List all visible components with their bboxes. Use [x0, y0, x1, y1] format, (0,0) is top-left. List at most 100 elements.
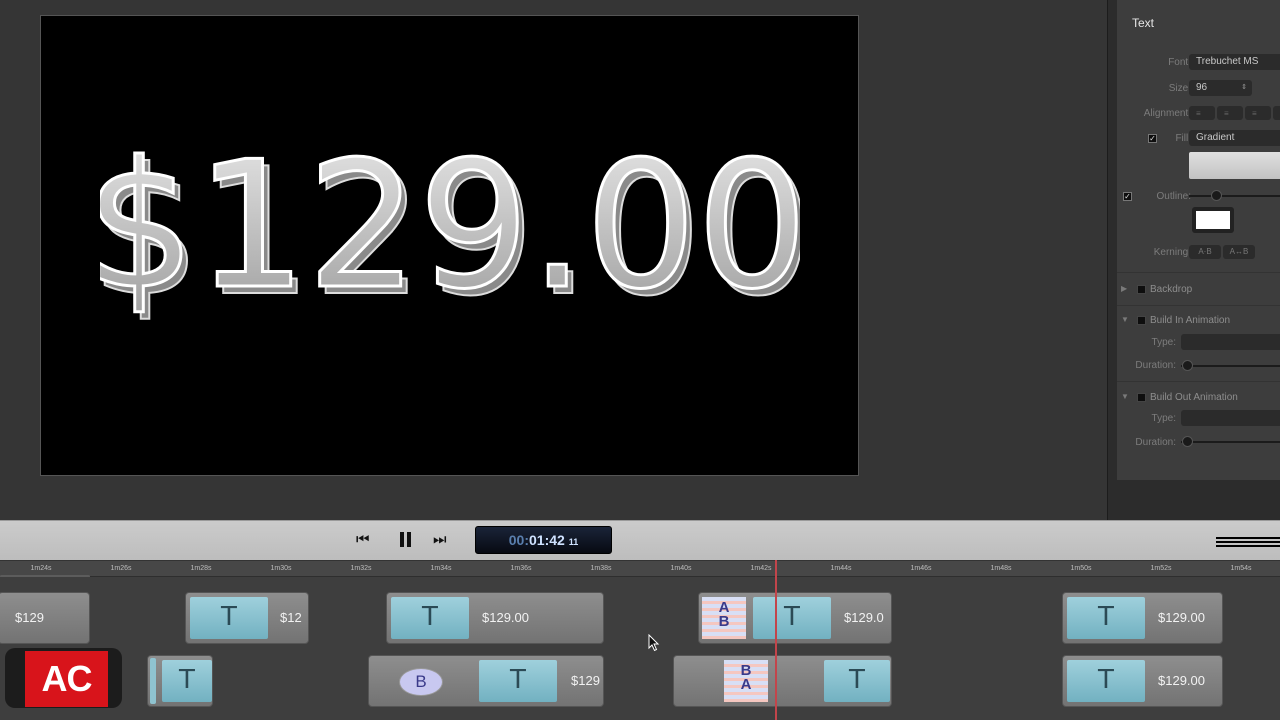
- volume-control[interactable]: [1216, 537, 1280, 549]
- inspector-panel: Text Font: Trebuchet MS Size: 96 ⇕ Align…: [1117, 0, 1280, 480]
- outline-slider-knob[interactable]: [1211, 190, 1222, 201]
- divider: [1117, 381, 1280, 382]
- align-right-button[interactable]: ≡: [1245, 106, 1271, 120]
- timecode-hours: 00:: [508, 532, 529, 548]
- build-in-duration-knob[interactable]: [1182, 360, 1193, 371]
- align-justify-button[interactable]: [1273, 106, 1280, 120]
- fill-gradient-swatch[interactable]: [1189, 152, 1280, 179]
- ruler-tick: 1m54s: [1230, 565, 1252, 572]
- title-clip[interactable]: B A T: [673, 655, 892, 707]
- build-in-type-label: Type:: [1151, 337, 1176, 348]
- align-left-button[interactable]: ≡: [1189, 106, 1215, 120]
- timecode-main: 01:42: [529, 532, 565, 548]
- kerning-label: Kerning:: [1153, 247, 1191, 258]
- skip-forward-button[interactable]: ⏭: [433, 531, 447, 549]
- title-thumbnail: T: [824, 660, 890, 702]
- disclosure-right-icon[interactable]: ▶: [1121, 284, 1127, 293]
- text-inspector: Text Font: Trebuchet MS Size: 96 ⇕ Align…: [1107, 0, 1280, 520]
- preview-canvas[interactable]: $129.00 $129.00: [40, 15, 859, 476]
- skip-back-button[interactable]: ⏮: [356, 531, 370, 549]
- title-thumbnail: T: [162, 660, 212, 702]
- outline-slider[interactable]: [1189, 195, 1280, 197]
- title-thumbnail: T: [190, 597, 268, 639]
- ruler-tick: 1m24s: [30, 565, 52, 572]
- clip-label: $129.00: [1158, 673, 1205, 688]
- outline-label: Outline:: [1156, 191, 1191, 202]
- ruler-tick: 1m48s: [990, 565, 1012, 572]
- skip-forward-icon: ⏭: [433, 531, 447, 548]
- title-clip[interactable]: T $129.00: [386, 592, 604, 644]
- ruler-tick: 1m50s: [1070, 565, 1092, 572]
- title-thumbnail: T: [1067, 660, 1145, 702]
- build-out-type-select[interactable]: [1181, 410, 1280, 426]
- fill-type-select[interactable]: Gradient: [1189, 130, 1280, 146]
- backdrop-label: Backdrop: [1150, 284, 1193, 295]
- background-thumbnail: B: [399, 668, 443, 696]
- ruler-tick: 1m26s: [110, 565, 132, 572]
- viewer-area: $129.00 $129.00: [0, 0, 1107, 520]
- build-in-duration-slider[interactable]: [1181, 365, 1280, 367]
- timecode-display: 00:01:42 11: [475, 526, 612, 554]
- clip-label: $129: [15, 610, 44, 625]
- timecode-frames: 11: [568, 537, 579, 547]
- title-clip[interactable]: T $12: [185, 592, 309, 644]
- alignment-label: Alignment:: [1143, 108, 1191, 119]
- fill-label: Fill:: [1175, 133, 1191, 144]
- title-clip[interactable]: B T $129: [368, 655, 604, 707]
- build-out-label: Build Out Animation: [1150, 392, 1238, 403]
- disclosure-down-icon[interactable]: ▼: [1121, 392, 1129, 401]
- align-left-icon: ≡: [1196, 109, 1201, 118]
- clip-label: $129.0: [844, 610, 884, 625]
- title-clip[interactable]: T $129.00: [1062, 655, 1223, 707]
- kerning-tighten-button[interactable]: A·B: [1189, 245, 1221, 259]
- inspector-title: Text: [1132, 16, 1155, 30]
- build-out-duration-knob[interactable]: [1182, 436, 1193, 447]
- ruler-tick: 1m34s: [430, 565, 452, 572]
- clip-label: $129: [571, 673, 600, 688]
- outline-color-well[interactable]: [1192, 207, 1234, 233]
- align-right-icon: ≡: [1252, 109, 1257, 118]
- ruler-tick: 1m46s: [910, 565, 932, 572]
- clip-label: $129.00: [1158, 610, 1205, 625]
- divider: [1117, 305, 1280, 306]
- kerning-loosen-button[interactable]: A↔B: [1223, 245, 1255, 259]
- ruler-tick: 1m40s: [670, 565, 692, 572]
- ruler-tick: 1m52s: [1150, 565, 1172, 572]
- transition-thumbnail: A B: [702, 597, 746, 639]
- build-out-checkbox[interactable]: [1137, 393, 1146, 402]
- ruler-tick: 1m32s: [350, 565, 372, 572]
- channel-logo-text: AC: [25, 651, 108, 707]
- size-label: Size:: [1168, 83, 1191, 94]
- ruler-tick: 1m36s: [510, 565, 532, 572]
- skip-back-icon: ⏮: [356, 531, 370, 548]
- clip-edge: [150, 658, 156, 704]
- title-text[interactable]: $129.00 $129.00: [100, 146, 800, 346]
- title-text-main: $129.00: [100, 146, 800, 328]
- align-center-icon: ≡: [1224, 109, 1229, 118]
- build-out-duration-label: Duration:: [1135, 437, 1176, 448]
- size-stepper[interactable]: 96 ⇕: [1189, 80, 1252, 96]
- align-center-button[interactable]: ≡: [1217, 106, 1243, 120]
- clip-label: $12: [280, 610, 302, 625]
- build-in-type-select[interactable]: [1181, 334, 1280, 350]
- stepper-arrows-icon: ⇕: [1241, 84, 1247, 91]
- title-clip[interactable]: T: [147, 655, 213, 707]
- transition-thumbnail: B A: [724, 660, 768, 702]
- channel-logo: AC: [5, 648, 122, 708]
- playhead[interactable]: [775, 560, 777, 720]
- title-thumbnail: T: [391, 597, 469, 639]
- timeline-ruler[interactable]: 1m24s 1m26s 1m28s 1m30s 1m32s 1m34s 1m36…: [0, 560, 1280, 577]
- build-out-duration-slider[interactable]: [1181, 441, 1280, 443]
- backdrop-checkbox[interactable]: [1137, 285, 1146, 294]
- divider: [1117, 272, 1280, 273]
- disclosure-down-icon[interactable]: ▼: [1121, 315, 1129, 324]
- title-clip[interactable]: T $129.00: [1062, 592, 1223, 644]
- title-clip[interactable]: A B T $129.0: [698, 592, 892, 644]
- pause-icon: [398, 531, 412, 547]
- title-clip[interactable]: $129: [0, 592, 90, 644]
- build-in-checkbox[interactable]: [1137, 316, 1146, 325]
- pause-button[interactable]: [398, 531, 412, 552]
- timeline: $129 T $12 T $129.00 A B T $129.0 T $129…: [0, 577, 1280, 720]
- size-value: 96: [1196, 82, 1208, 93]
- font-select[interactable]: Trebuchet MS: [1189, 54, 1280, 70]
